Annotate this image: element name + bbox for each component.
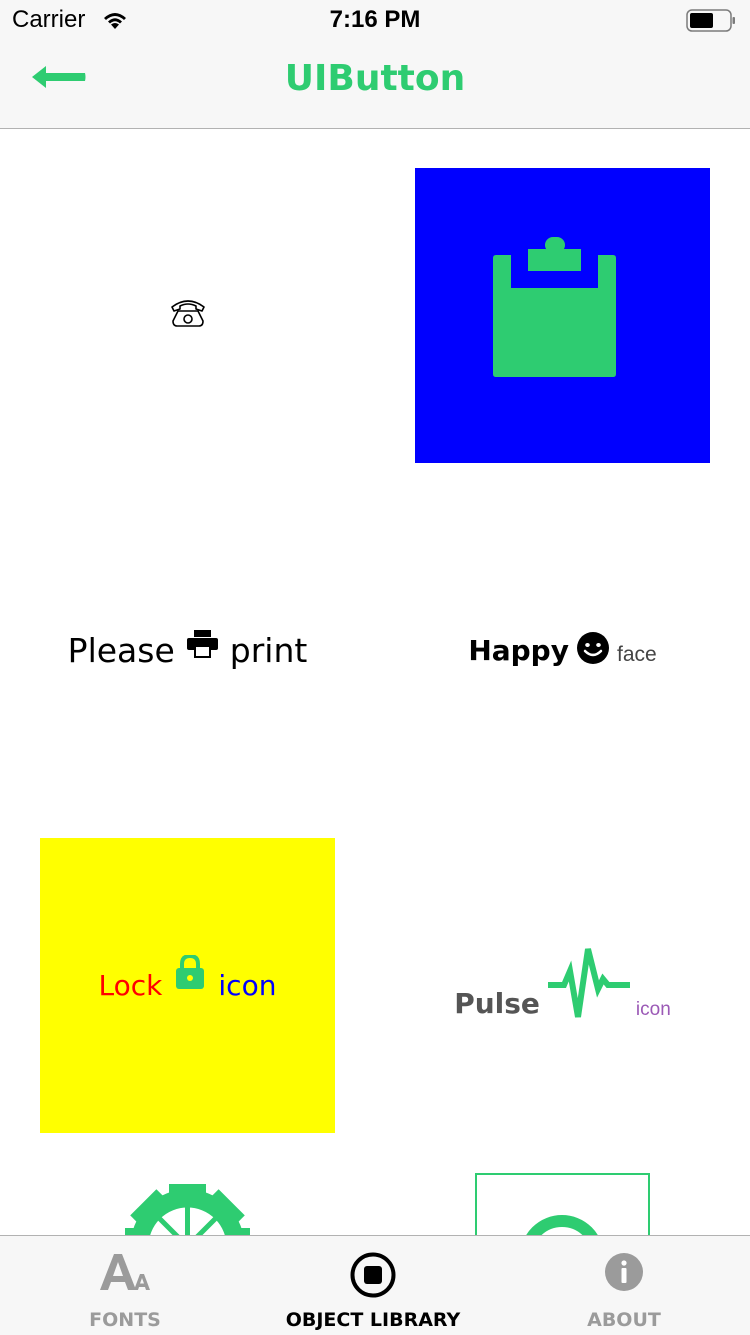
page-title: UIButton <box>284 58 466 99</box>
pulse-button[interactable]: Pulse icon <box>415 838 710 1133</box>
print-icon <box>186 627 218 666</box>
clock-label: 7:16 PM <box>329 6 421 33</box>
lock-button[interactable]: Lock icon <box>40 838 335 1133</box>
button-grid: Please print Happy face Lock icon Pulse … <box>0 129 750 1235</box>
phone-button[interactable] <box>40 168 335 463</box>
pulse-icon <box>547 947 630 1024</box>
print-button[interactable]: Please print <box>40 503 335 798</box>
tab-object-library-label: OBJECT LIBRARY <box>285 1309 461 1331</box>
outlined-button[interactable] <box>475 1173 650 1235</box>
gear-button[interactable] <box>40 1173 335 1235</box>
lock-button-label-after: icon <box>218 969 277 1002</box>
tab-fonts[interactable]: FONTS <box>0 1236 250 1335</box>
battery-icon <box>686 9 736 33</box>
circle-icon <box>520 1215 604 1235</box>
pulse-button-label-after: icon <box>635 998 671 1020</box>
lock-icon <box>176 953 205 996</box>
font-icon <box>0 1252 250 1298</box>
clipboard-icon <box>493 237 616 382</box>
clipboard-button[interactable] <box>415 168 710 463</box>
print-button-label-before: Please <box>67 631 175 670</box>
smile-icon <box>576 632 609 669</box>
pulse-button-label-before: Pulse <box>454 987 540 1020</box>
happy-button-label-before: Happy <box>468 634 569 667</box>
tab-about[interactable]: ABOUT <box>499 1236 749 1335</box>
navigation-bar: UIButton <box>0 40 750 129</box>
phone-icon <box>169 297 207 334</box>
tab-bar: FONTS OBJECT LIBRARY ABOUT <box>0 1235 750 1335</box>
stop-circle-icon <box>248 1252 498 1298</box>
happy-button-label-after: face <box>616 642 657 666</box>
info-icon <box>499 1252 749 1298</box>
print-button-label-after: print <box>229 631 308 670</box>
status-bar: Carrier 7:16 PM <box>0 0 750 40</box>
tab-object-library[interactable]: OBJECT LIBRARY <box>248 1236 498 1335</box>
gear-icon <box>125 1184 250 1235</box>
lock-button-label-before: Lock <box>98 969 163 1002</box>
happy-face-button[interactable]: Happy face <box>415 503 710 798</box>
tab-about-label: ABOUT <box>587 1309 661 1331</box>
tab-fonts-label: FONTS <box>89 1309 161 1331</box>
